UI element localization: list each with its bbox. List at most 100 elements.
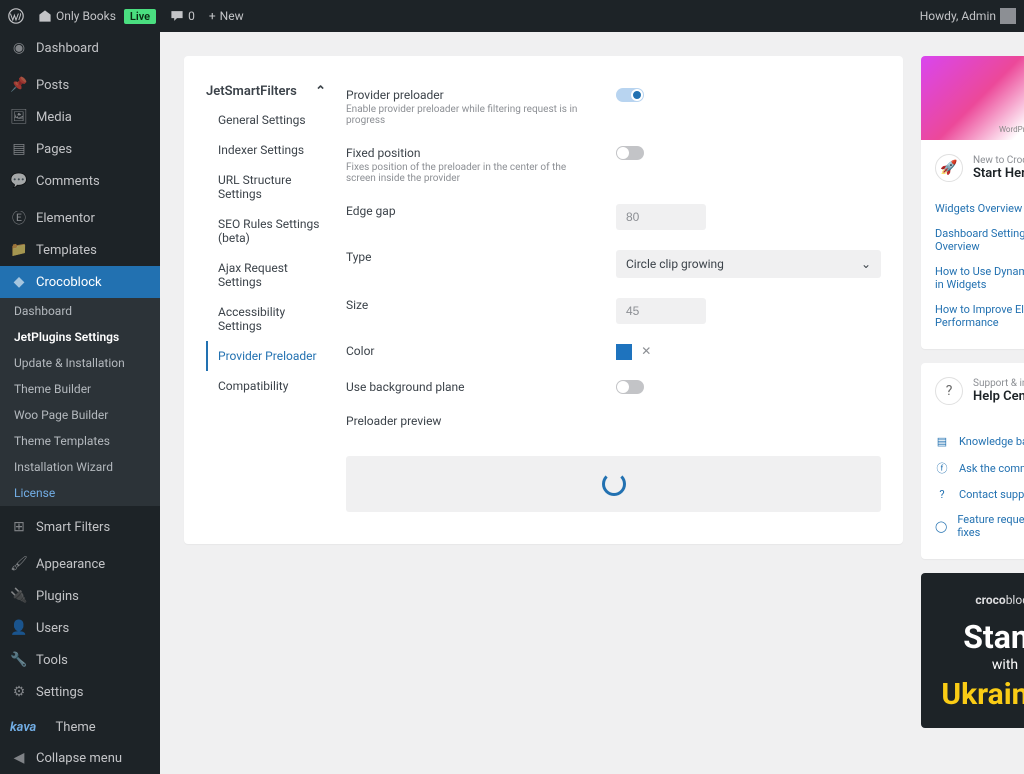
color-swatch[interactable] [616,344,632,360]
chevron-down-icon: ⌄ [861,257,871,271]
preloader-preview [346,456,881,512]
site-name[interactable]: Only Books Live [38,9,156,24]
link-features[interactable]: ◯Feature requests & bug fixes [935,507,1024,545]
users-icon: 👤 [10,619,28,637]
collapse-icon: ◀ [10,749,28,767]
sidebar-collapse[interactable]: ◀Collapse menu [0,742,160,774]
label-use-bg: Use background plane [346,380,596,394]
link-dashboard[interactable]: Dashboard Settings Overview [935,221,1024,259]
plug-icon: 🔌 [10,587,28,605]
help-sub: Support & info [973,378,1024,389]
sub-license[interactable]: License [0,480,160,506]
admin-sidebar: ◉Dashboard 📌Posts 🖼Media ▤Pages 💬Comment… [0,32,160,774]
sidebar-smartfilters[interactable]: ⊞Smart Filters [0,511,160,543]
nav-access[interactable]: Accessibility Settings [206,297,326,341]
folder-icon: 📁 [10,241,28,259]
help-center-card: ? Support & info Help Center ▤Knowledge … [921,363,1024,559]
ukraine-brand: crocoblock [933,593,1024,607]
label-provider-preloader: Provider preloader [346,88,596,102]
rocket-icon: 🚀 [935,154,963,182]
avatar [1000,8,1016,24]
crocoblock-icon: ◆ [10,273,28,291]
nav-url[interactable]: URL Structure Settings [206,165,326,209]
sidebar-dashboard[interactable]: ◉Dashboard [0,32,160,64]
nav-general[interactable]: General Settings [206,105,326,135]
help-icon: ? [935,488,949,501]
hero-image: Advanced Plugins WordPress & Elementor [921,56,1024,140]
sub-jetplugins[interactable]: JetPlugins Settings [0,324,160,350]
new-label: New [220,9,244,23]
label-edge-gap: Edge gap [346,204,596,218]
link-kb[interactable]: ▤Knowledge base [935,429,1024,454]
link-perf[interactable]: How to Improve Elementor Performance [935,297,1024,335]
doc-icon: ▤ [935,435,949,448]
help-title: Help Center [973,389,1024,404]
nav-preloader[interactable]: Provider Preloader [206,341,326,371]
input-edge-gap[interactable] [616,204,706,230]
select-type-value: Circle clip growing [626,257,724,271]
link-widgets[interactable]: Widgets Overview [935,196,1024,221]
main-panel: JetSmartFilters ⌃ General Settings Index… [184,56,903,544]
comments-count[interactable]: 0 [170,9,195,23]
new-content[interactable]: + New [209,9,244,23]
start-sub: New to Crocoblock? [973,155,1024,166]
sidebar-settings[interactable]: ⚙Settings [0,676,160,708]
live-badge: Live [124,9,156,24]
sidebar-comments[interactable]: 💬Comments [0,165,160,197]
label-preview: Preloader preview [346,414,881,428]
settings-nav-title[interactable]: JetSmartFilters ⌃ [206,78,326,105]
desc-fixed-position: Fixes position of the preloader in the c… [346,162,596,184]
sidebar-pages[interactable]: ▤Pages [0,133,160,165]
howdy[interactable]: Howdy, Admin [920,8,1016,24]
label-fixed-position: Fixed position [346,146,596,160]
nav-compat[interactable]: Compatibility [206,371,326,401]
filter-icon: ⊞ [10,518,28,536]
sidebar-theme[interactable]: kava Theme [0,713,160,742]
sidebar-users[interactable]: 👤Users [0,612,160,644]
color-clear[interactable]: ✕ [641,344,651,358]
sidebar-elementor[interactable]: ⒺElementor [0,202,160,234]
brush-icon: 🖌 [10,555,28,573]
sub-wizard[interactable]: Installation Wizard [0,454,160,480]
sub-dashboard[interactable]: Dashboard [0,298,160,324]
sub-themebuilder[interactable]: Theme Builder [0,376,160,402]
sub-update[interactable]: Update & Installation [0,350,160,376]
desc-provider-preloader: Enable provider preloader while filterin… [346,104,596,126]
sidebar-posts[interactable]: 📌Posts [0,69,160,101]
toggle-use-bg[interactable] [616,380,644,394]
wp-logo[interactable] [8,8,24,24]
question-icon: ? [935,377,963,405]
sidebar-plugins[interactable]: 🔌Plugins [0,580,160,612]
github-icon: ◯ [935,520,947,533]
right-column: Advanced Plugins WordPress & Elementor 🚀… [921,56,1024,728]
toggle-fixed-position[interactable] [616,146,644,160]
sub-themetpl[interactable]: Theme Templates [0,428,160,454]
link-support[interactable]: ?Contact support [935,482,1024,507]
nav-indexer[interactable]: Indexer Settings [206,135,326,165]
advanced-plugins-text: Advanced Plugins [999,117,1024,125]
nav-seo[interactable]: SEO Rules Settings (beta) [206,209,326,253]
sidebar-media[interactable]: 🖼Media [0,101,160,133]
sidebar-appearance[interactable]: 🖌Appearance [0,548,160,580]
sidebar-crocoblock[interactable]: ◆Crocoblock [0,266,160,298]
toggle-provider-preloader[interactable] [616,88,644,102]
link-community[interactable]: ⓕAsk the community [935,454,1024,482]
sidebar-templates[interactable]: 📁Templates [0,234,160,266]
sub-woopage[interactable]: Woo Page Builder [0,402,160,428]
dashboard-icon: ◉ [10,39,28,57]
wp-elementor-text: WordPress & Elementor [999,125,1024,134]
wrench-icon: 🔧 [10,651,28,669]
sidebar-tools[interactable]: 🔧Tools [0,644,160,676]
settings-nav: JetSmartFilters ⌃ General Settings Index… [206,78,326,522]
label-type: Type [346,250,596,264]
input-size[interactable] [616,298,706,324]
media-icon: 🖼 [10,108,28,126]
ukraine-card[interactable]: crocoblock Stand with Ukraine [921,573,1024,728]
select-type[interactable]: Circle clip growing ⌄ [616,250,881,278]
pin-icon: 📌 [10,76,28,94]
link-dynamic[interactable]: How to Use Dynamic Values in Widgets [935,259,1024,297]
comments-count-text: 0 [188,9,195,23]
nav-ajax[interactable]: Ajax Request Settings [206,253,326,297]
comment-icon: 💬 [10,172,28,190]
elementor-icon: Ⓔ [10,209,28,227]
